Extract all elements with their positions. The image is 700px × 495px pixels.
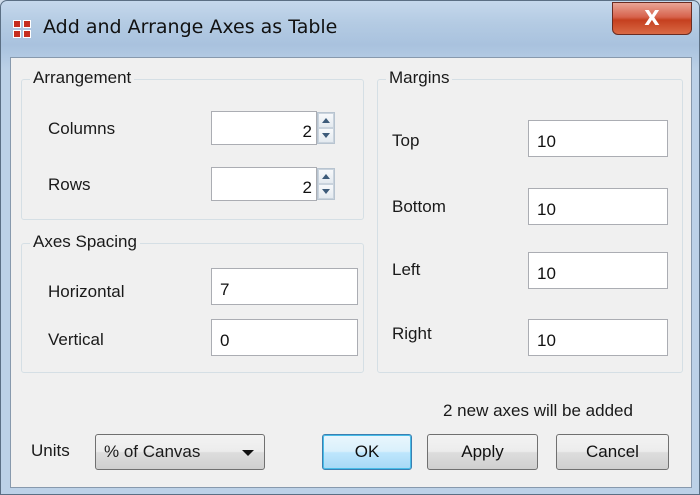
left-margin-input[interactable] bbox=[528, 252, 668, 289]
window-title: Add and Arrange Axes as Table bbox=[43, 16, 338, 38]
dialog-window: Add and Arrange Axes as Table X Arrangem… bbox=[0, 0, 700, 495]
columns-input[interactable] bbox=[211, 111, 317, 145]
table-grid-icon bbox=[13, 20, 33, 40]
vertical-label: Vertical bbox=[48, 330, 104, 349]
rows-spinner[interactable] bbox=[317, 168, 335, 200]
columns-increment-button[interactable] bbox=[318, 113, 334, 128]
top-margin-input[interactable] bbox=[528, 120, 668, 157]
margins-group: Margins Top Bottom Left Right bbox=[377, 68, 683, 373]
units-label: Units bbox=[31, 441, 70, 460]
rows-input[interactable] bbox=[211, 167, 317, 201]
ok-button[interactable]: OK bbox=[322, 434, 412, 470]
apply-button[interactable]: Apply bbox=[427, 434, 538, 470]
horizontal-spacing-input[interactable] bbox=[211, 268, 358, 305]
bottom-margin-input[interactable] bbox=[528, 188, 668, 225]
right-margin-input[interactable] bbox=[528, 319, 668, 356]
dialog-body: Arrangement Columns Rows Axes Spacing Ho… bbox=[10, 57, 692, 488]
rows-increment-button[interactable] bbox=[318, 169, 334, 184]
bottom-margin-label: Bottom bbox=[392, 197, 446, 216]
arrangement-group: Arrangement Columns Rows bbox=[21, 68, 364, 220]
right-margin-label: Right bbox=[392, 324, 432, 343]
rows-decrement-button[interactable] bbox=[318, 184, 334, 199]
axes-spacing-group: Axes Spacing Horizontal Vertical bbox=[21, 232, 364, 373]
horizontal-label: Horizontal bbox=[48, 282, 125, 301]
units-dropdown[interactable]: % of Canvas bbox=[95, 434, 265, 470]
columns-decrement-button[interactable] bbox=[318, 128, 334, 143]
status-message: 2 new axes will be added bbox=[443, 401, 633, 420]
close-button[interactable]: X bbox=[612, 2, 692, 35]
columns-label: Columns bbox=[48, 119, 116, 138]
vertical-spacing-input[interactable] bbox=[211, 319, 358, 356]
units-selected-value: % of Canvas bbox=[104, 442, 201, 461]
columns-spinner[interactable] bbox=[317, 112, 335, 144]
axes-spacing-group-title: Axes Spacing bbox=[30, 232, 140, 252]
close-icon: X bbox=[644, 6, 660, 30]
cancel-button[interactable]: Cancel bbox=[556, 434, 669, 470]
arrangement-group-title: Arrangement bbox=[30, 68, 135, 88]
left-margin-label: Left bbox=[392, 260, 421, 279]
rows-label: Rows bbox=[48, 175, 91, 194]
dropdown-arrow-icon bbox=[242, 450, 254, 456]
margins-group-title: Margins bbox=[386, 68, 453, 88]
top-margin-label: Top bbox=[392, 131, 420, 150]
